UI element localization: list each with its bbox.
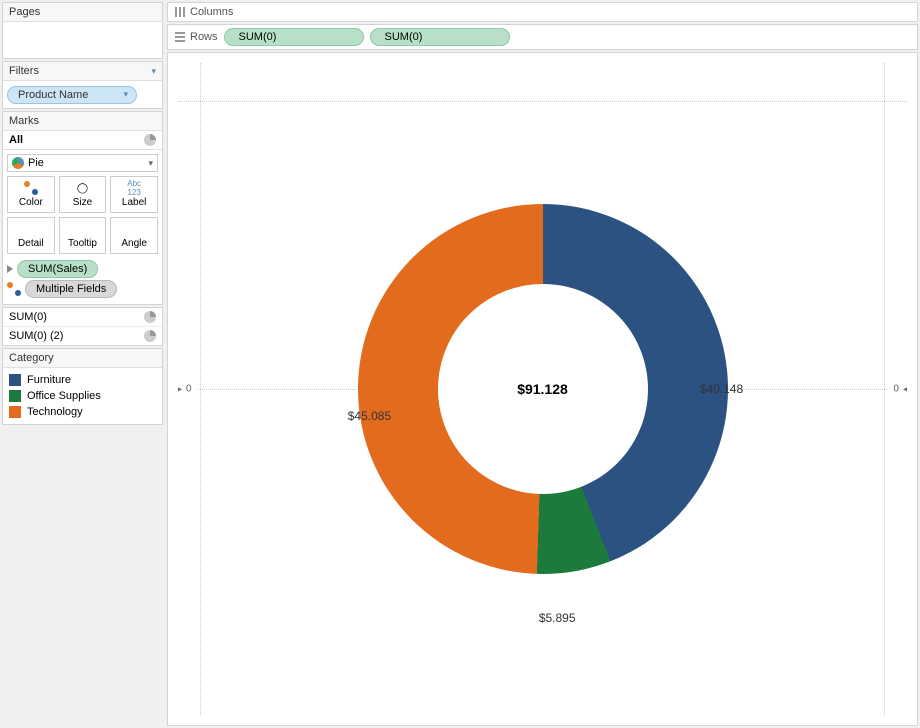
tooltip-icon <box>75 222 89 236</box>
chevron-down-icon: ▾ <box>148 158 153 169</box>
main-area: Columns Rows SUM(0) SUM(0) ▸0 0◂ $91.128… <box>165 0 920 728</box>
legend-label-technology: Technology <box>27 406 83 418</box>
mini-pie-icon <box>144 134 156 146</box>
swatch-furniture <box>9 374 21 386</box>
legend-item-technology[interactable]: Technology <box>9 404 156 420</box>
marks-panel: Marks All Pie ▾ Color ◯ Size Abc123 Label … <box>2 111 163 305</box>
columns-shelf[interactable]: Columns <box>167 2 918 22</box>
detail-button[interactable]: Detail <box>7 217 55 254</box>
sum-list: SUM(0) SUM(0) (2) <box>2 307 163 346</box>
category-panel: Category Furniture Office Supplies Techn… <box>2 348 163 425</box>
color-button-label: Color <box>19 197 43 208</box>
legend-item-furniture[interactable]: Furniture <box>9 372 156 388</box>
pie-icon <box>12 157 24 169</box>
pages-label: Pages <box>9 6 40 18</box>
gridline-top <box>178 101 907 102</box>
swatch-office-supplies <box>9 390 21 402</box>
sum-row-0-label: SUM(0) <box>9 311 47 323</box>
sum-row-1-label: SUM(0) (2) <box>9 330 63 342</box>
rows-shelf-label: Rows <box>174 31 218 43</box>
label-button-label: Label <box>122 197 146 208</box>
rows-label-text: Rows <box>190 31 218 43</box>
pages-header: Pages <box>3 3 162 22</box>
datalabel-technology: $45.085 <box>348 409 391 423</box>
mini-pie-icon <box>144 311 156 323</box>
rows-icon <box>174 31 186 43</box>
marks-header: Marks <box>3 112 162 131</box>
filters-header: Filters ▾ <box>3 62 162 81</box>
color-button[interactable]: Color <box>7 176 55 213</box>
columns-shelf-label: Columns <box>174 6 233 18</box>
marks-body: Pie ▾ Color ◯ Size Abc123 Label Detail Too… <box>3 150 162 304</box>
dropdown-caret-icon[interactable]: ▾ <box>151 66 156 77</box>
angle-button-label: Angle <box>121 238 147 249</box>
sidebar: Pages Filters ▾ Product Name Marks All P… <box>0 0 165 728</box>
mark-type-select[interactable]: Pie ▾ <box>7 154 158 172</box>
legend-body: Furniture Office Supplies Technology <box>3 368 162 424</box>
datalabel-furniture: $40.148 <box>700 382 743 396</box>
rows-pill-1[interactable]: SUM(0) <box>370 28 510 46</box>
category-label: Category <box>9 352 54 364</box>
label-triangle-icon <box>7 265 13 273</box>
color-icon <box>24 181 38 195</box>
category-header: Category <box>3 349 162 368</box>
label-icon: Abc123 <box>127 181 141 195</box>
pages-body[interactable] <box>3 22 162 58</box>
legend-item-office-supplies[interactable]: Office Supplies <box>9 388 156 404</box>
label-button[interactable]: Abc123 Label <box>110 176 158 213</box>
color-dots-icon <box>7 282 21 296</box>
filters-panel: Filters ▾ Product Name <box>2 61 163 109</box>
mark-pills: SUM(Sales) Multiple Fields <box>7 260 158 298</box>
tooltip-button[interactable]: Tooltip <box>59 217 107 254</box>
swatch-technology <box>9 406 21 418</box>
mark-type-label: Pie <box>28 157 44 169</box>
detail-icon <box>24 222 38 236</box>
rows-shelf[interactable]: Rows SUM(0) SUM(0) <box>167 24 918 50</box>
sum-row-0[interactable]: SUM(0) <box>3 308 162 327</box>
size-button-label: Size <box>73 197 92 208</box>
mark-pill-row-sales: SUM(Sales) <box>7 260 158 278</box>
axis-zero-right: 0◂ <box>893 384 907 395</box>
donut-center-label: $91.128 <box>517 381 568 397</box>
detail-button-label: Detail <box>18 238 44 249</box>
angle-icon <box>127 222 141 236</box>
rows-pill-0[interactable]: SUM(0) <box>224 28 364 46</box>
size-button[interactable]: ◯ Size <box>59 176 107 213</box>
angle-button[interactable]: Angle <box>110 217 158 254</box>
legend-label-office-supplies: Office Supplies <box>27 390 101 402</box>
size-icon: ◯ <box>75 181 89 195</box>
viz-canvas[interactable]: ▸0 0◂ $91.128 $40.148 $5.895 $45.085 <box>167 52 918 726</box>
axis-zero-left: ▸0 <box>178 384 192 395</box>
legend-label-furniture: Furniture <box>27 374 71 386</box>
filters-label: Filters <box>9 65 39 77</box>
filter-pill-product-name[interactable]: Product Name <box>7 86 137 104</box>
sum-row-1[interactable]: SUM(0) (2) <box>3 327 162 345</box>
marks-all-row[interactable]: All <box>3 131 162 150</box>
tooltip-button-label: Tooltip <box>68 238 97 249</box>
donut-chart[interactable]: $91.128 <box>358 204 728 574</box>
datalabel-office-supplies: $5.895 <box>539 611 576 625</box>
marks-all-label: All <box>9 134 23 146</box>
filters-body: Product Name <box>3 81 162 108</box>
mark-pill-row-multiple: Multiple Fields <box>7 280 158 298</box>
donut-center: $91.128 <box>438 284 648 494</box>
pages-panel: Pages <box>2 2 163 59</box>
marks-label: Marks <box>9 115 39 127</box>
marks-grid: Color ◯ Size Abc123 Label Detail Tooltip A… <box>7 176 158 254</box>
pill-sum-sales[interactable]: SUM(Sales) <box>17 260 98 278</box>
mini-pie-icon <box>144 330 156 342</box>
pill-multiple-fields[interactable]: Multiple Fields <box>25 280 117 298</box>
columns-label-text: Columns <box>190 6 233 18</box>
columns-icon <box>174 6 186 18</box>
